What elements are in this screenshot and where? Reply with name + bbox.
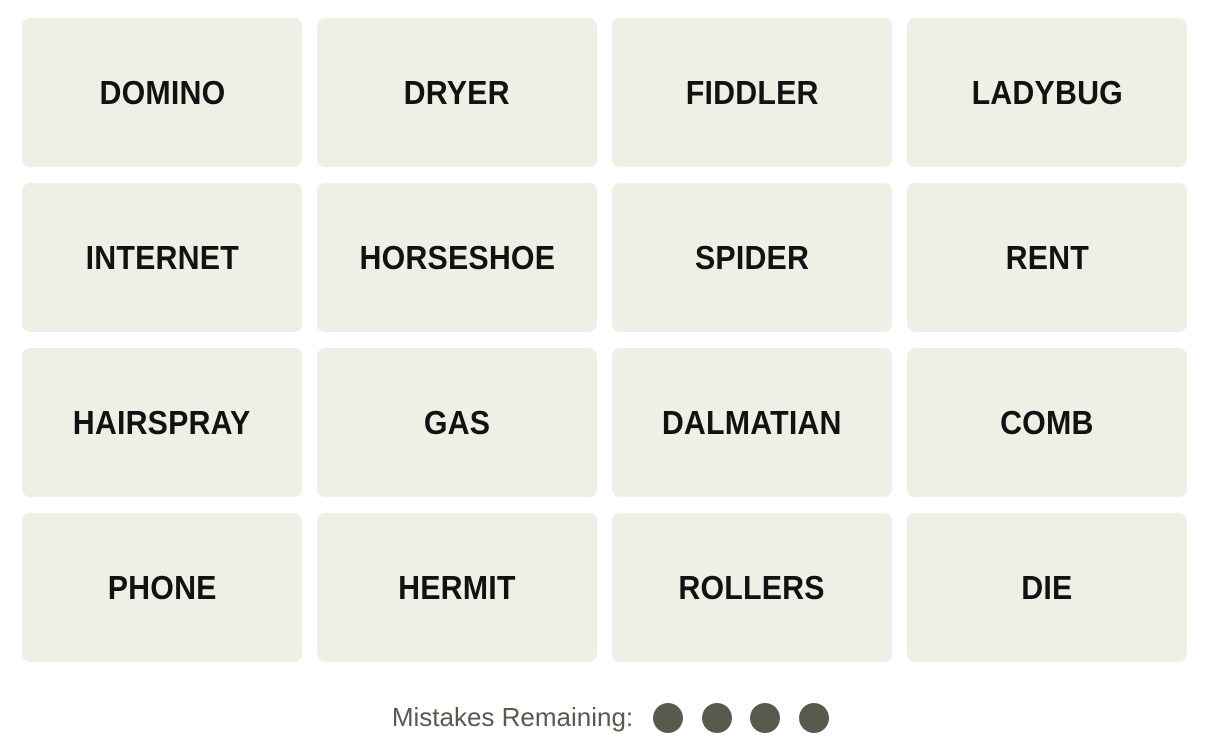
tile-word: HERMIT	[398, 568, 516, 606]
mistake-dot-icon	[750, 702, 781, 733]
tile-word: ROLLERS	[678, 568, 826, 606]
tile-word: INTERNET	[85, 238, 239, 276]
word-tile[interactable]: SPIDER	[612, 183, 892, 332]
word-tile[interactable]: HERMIT	[317, 513, 597, 662]
mistake-dot-icon	[653, 702, 684, 733]
tile-word: HAIRSPRAY	[73, 403, 251, 441]
word-tile[interactable]: PHONE	[22, 513, 302, 662]
word-tile[interactable]: ROLLERS	[612, 513, 892, 662]
mistake-dots	[653, 702, 847, 733]
tile-word: DRYER	[403, 73, 511, 111]
word-tile[interactable]: HORSESHOE	[317, 183, 597, 332]
word-tile[interactable]: COMB	[907, 348, 1187, 497]
tile-word: FIDDLER	[685, 73, 819, 111]
mistake-dot-icon	[798, 702, 829, 733]
tile-word: HORSESHOE	[359, 238, 555, 276]
tile-word: RENT	[1005, 238, 1089, 276]
tile-word: DIE	[1021, 568, 1073, 606]
word-tile[interactable]: DIE	[907, 513, 1187, 662]
word-tile[interactable]: LADYBUG	[907, 18, 1187, 167]
tile-word: DALMATIAN	[662, 403, 842, 441]
word-tile[interactable]: GAS	[317, 348, 597, 497]
tile-word: PHONE	[107, 568, 217, 606]
tile-word: LADYBUG	[971, 73, 1123, 111]
word-tile[interactable]: DALMATIAN	[612, 348, 892, 497]
mistakes-remaining: Mistakes Remaining:	[0, 702, 1221, 733]
word-tile[interactable]: HAIRSPRAY	[22, 348, 302, 497]
word-tile[interactable]: INTERNET	[22, 183, 302, 332]
word-tile[interactable]: DRYER	[317, 18, 597, 167]
word-tile[interactable]: RENT	[907, 183, 1187, 332]
word-grid: DOMINO DRYER FIDDLER LADYBUG INTERNET HO…	[22, 18, 1187, 662]
tile-word: GAS	[423, 403, 491, 441]
word-tile[interactable]: FIDDLER	[612, 18, 892, 167]
tile-word: COMB	[1000, 403, 1094, 441]
tile-word: DOMINO	[99, 73, 225, 111]
tile-word: SPIDER	[694, 238, 810, 276]
mistakes-label: Mistakes Remaining:	[391, 702, 634, 732]
word-tile[interactable]: DOMINO	[22, 18, 302, 167]
mistake-dot-icon	[701, 702, 732, 733]
